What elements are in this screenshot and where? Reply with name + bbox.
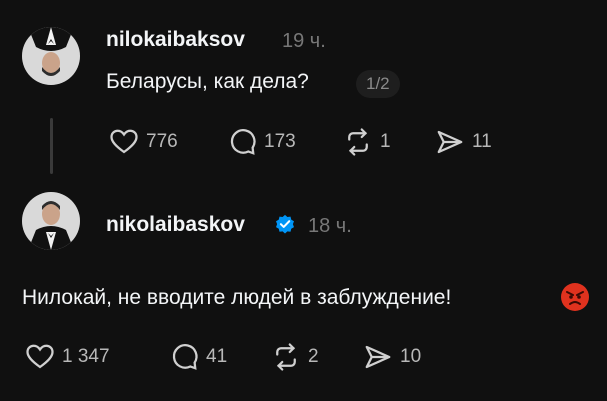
repost-count: 2 — [308, 346, 319, 367]
repost-icon — [276, 343, 296, 371]
like-count: 1 347 — [62, 346, 110, 367]
repost-count: 1 — [380, 131, 391, 152]
repost-button[interactable]: 1 — [342, 127, 391, 157]
thread-line — [50, 118, 53, 174]
comment-icon — [172, 344, 198, 370]
page-counter: 1/2 — [356, 70, 400, 98]
repost-button[interactable]: 2 — [270, 342, 319, 372]
repost-icon — [348, 128, 368, 156]
comment-icon — [230, 129, 256, 155]
post-timestamp: 18 ч. — [308, 215, 352, 237]
verified-badge-icon — [276, 214, 294, 234]
avatar[interactable] — [22, 192, 80, 250]
like-button[interactable]: 776 — [108, 127, 178, 157]
reply-button[interactable]: 41 — [168, 342, 227, 372]
post-username[interactable]: nilokaibaksov — [106, 28, 245, 52]
reply-count: 41 — [206, 346, 228, 367]
angry-face-icon — [561, 283, 589, 311]
post-text: Нилокай, не вводите людей в заблуждение! — [22, 286, 452, 309]
post-username[interactable]: nikolaibaskov — [106, 213, 245, 237]
like-count: 776 — [146, 131, 178, 152]
send-icon — [365, 345, 391, 369]
post-text: Беларусы, как дела? — [106, 70, 309, 93]
post-timestamp: 19 ч. — [282, 30, 326, 52]
avatar-image — [22, 192, 80, 250]
send-icon — [437, 130, 463, 154]
reply-button[interactable]: 173 — [226, 127, 296, 157]
share-count: 10 — [400, 346, 422, 367]
share-button[interactable]: 11 — [434, 127, 492, 157]
like-button[interactable]: 1 347 — [24, 342, 110, 372]
share-count: 11 — [472, 131, 492, 152]
heart-icon — [26, 344, 54, 369]
reply-count: 173 — [264, 131, 296, 152]
heart-icon — [110, 129, 138, 154]
share-button[interactable]: 10 — [362, 342, 421, 372]
avatar-image — [22, 27, 80, 85]
avatar[interactable] — [22, 27, 80, 85]
